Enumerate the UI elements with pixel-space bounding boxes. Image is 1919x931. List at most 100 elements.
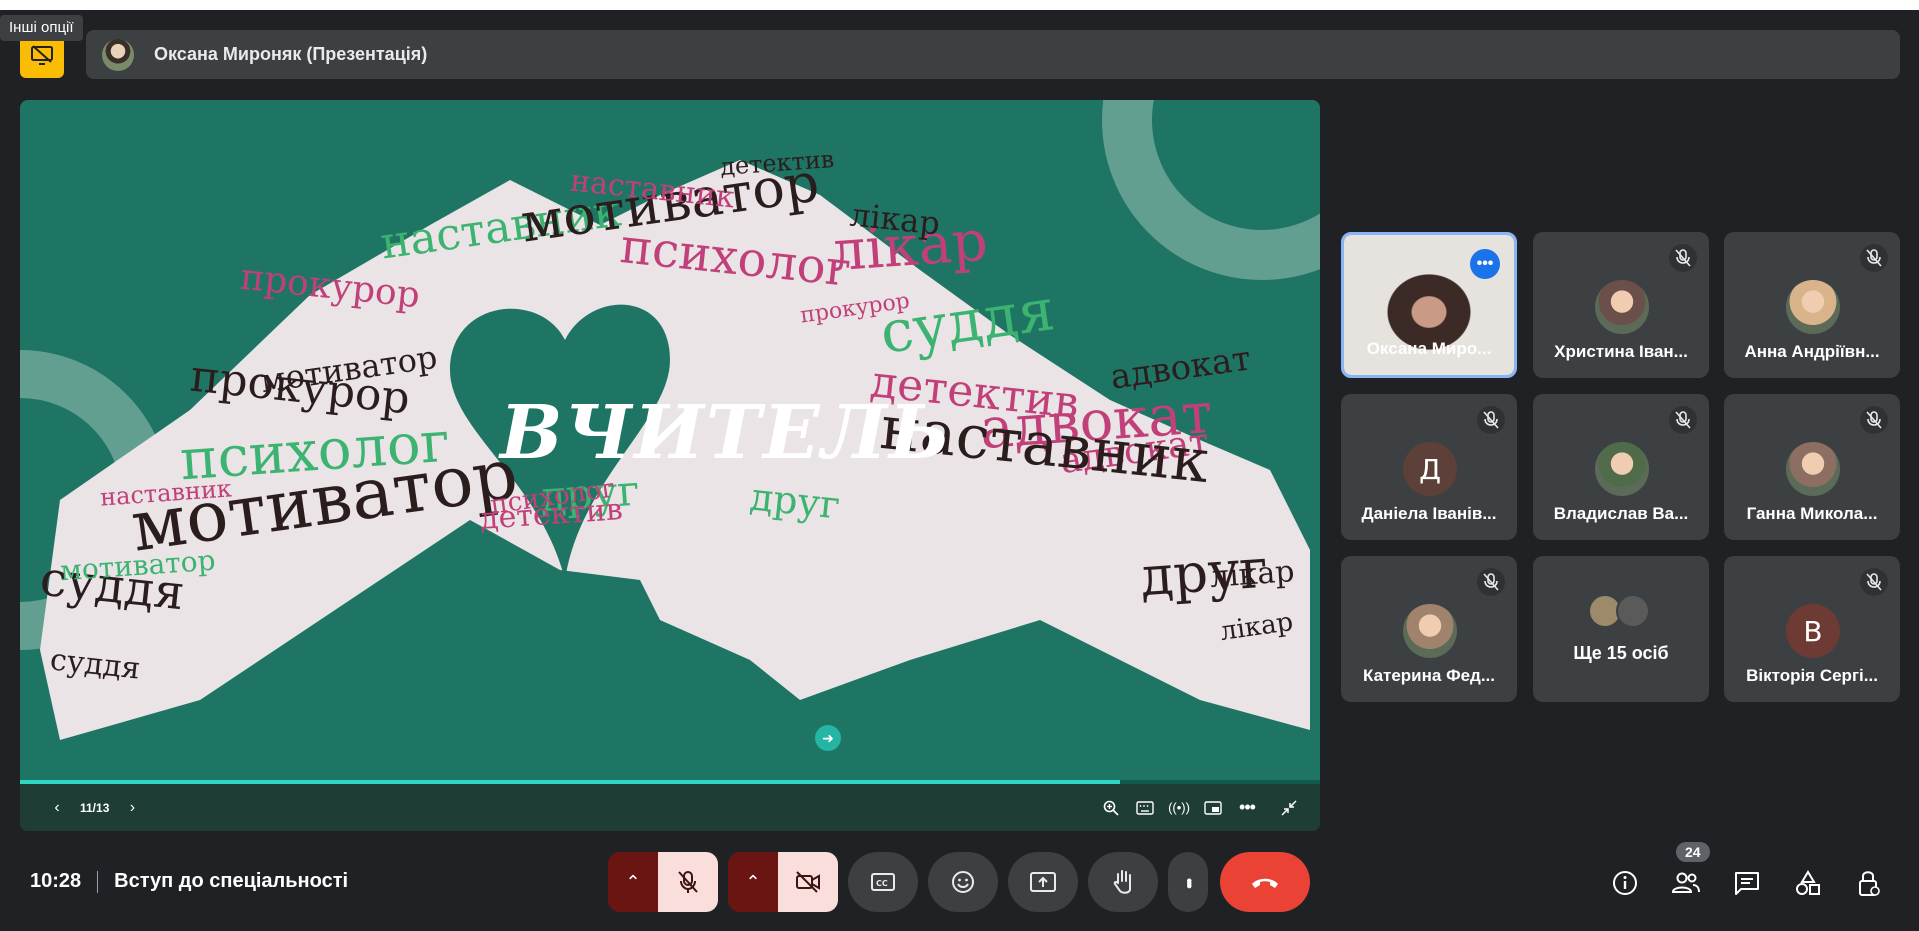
chevron-up-icon: ⌃: [625, 871, 641, 892]
next-slide-indicator[interactable]: ➜: [815, 725, 841, 751]
participant-tile[interactable]: ••• Оксана Миро...: [1341, 232, 1517, 378]
mic-toggle-button[interactable]: [658, 852, 718, 912]
emoji-icon: [952, 871, 974, 893]
audio-options-button[interactable]: ⌃: [608, 852, 658, 912]
chat-button[interactable]: [1723, 862, 1771, 904]
zoom-button[interactable]: [1094, 791, 1128, 825]
more-options-button[interactable]: •••: [1168, 852, 1208, 912]
slide-title: ВЧИТЕЛЬ: [500, 390, 953, 476]
broadcast-button[interactable]: ((•)): [1162, 791, 1196, 825]
pip-button[interactable]: [1196, 791, 1230, 825]
avatar: Д: [1403, 442, 1457, 496]
info-icon: [1613, 871, 1637, 895]
muted-mic-icon: [1860, 244, 1888, 272]
word-cloud-word: лікар: [848, 195, 942, 243]
raise-hand-icon: [1113, 870, 1131, 894]
captions-icon: CC: [871, 873, 895, 891]
participant-tile[interactable]: Ганна Микола...: [1724, 394, 1900, 540]
participant-tile[interactable]: В Вікторія Сергі...: [1724, 556, 1900, 702]
meeting-info: 10:28 Вступ до спеціальності: [30, 870, 348, 893]
participant-name: Анна Андріївн...: [1744, 342, 1880, 361]
presenter-bar: Оксана Мироняк (Презентація): [86, 30, 1900, 79]
host-controls-button[interactable]: [1845, 862, 1893, 904]
zoom-in-icon: [1103, 800, 1119, 816]
chevron-up-icon: ⌃: [745, 871, 761, 892]
participant-tile[interactable]: Ще 15 осіб: [1533, 556, 1709, 702]
keyboard-button[interactable]: [1128, 791, 1162, 825]
present-screen-icon: [1030, 872, 1056, 892]
presenter-avatar: [102, 38, 134, 71]
muted-mic-icon: [1669, 244, 1697, 272]
video-options-button[interactable]: ⌃: [728, 852, 778, 912]
exit-fullscreen-button[interactable]: [1272, 791, 1306, 825]
captions-button[interactable]: CC: [848, 852, 918, 912]
avatar: [1786, 280, 1840, 334]
people-button[interactable]: 24: [1662, 842, 1710, 904]
mic-off-icon: [678, 871, 698, 893]
next-slide-button[interactable]: ›: [115, 791, 149, 825]
participant-tile[interactable]: Христина Іван...: [1533, 232, 1709, 378]
broadcast-icon: ((•)): [1168, 800, 1190, 815]
stop-presenting-icon: [31, 45, 53, 65]
muted-mic-icon: [1477, 568, 1505, 596]
presenter-name: Оксана Мироняк (Презентація): [154, 44, 428, 64]
collapse-icon: [1281, 799, 1297, 816]
slide: мотиватор психолог лікар наставник прокурор а…: [20, 100, 1320, 780]
participant-tile[interactable]: Анна Андріївн...: [1724, 232, 1900, 378]
group-avatars: [1588, 594, 1650, 628]
end-call-button[interactable]: [1220, 852, 1310, 912]
people-count-badge: 24: [1676, 842, 1710, 862]
muted-mic-icon: [1669, 406, 1697, 434]
participant-tile[interactable]: Катерина Фед...: [1341, 556, 1517, 702]
call-controls: ⌃ ⌃ CC •••: [608, 852, 1310, 912]
slide-toolbar: ‹ 11/13 › ((•)) •••: [20, 784, 1320, 831]
avatar: [1616, 594, 1650, 628]
meeting-details-button[interactable]: [1601, 862, 1649, 904]
avatar: [1595, 442, 1649, 496]
participant-name: Владислав Ва...: [1553, 504, 1689, 523]
muted-mic-icon: [1860, 406, 1888, 434]
chevron-right-icon: ›: [129, 798, 136, 816]
avatar: [1403, 604, 1457, 658]
mic-control-group: ⌃: [608, 852, 718, 912]
present-now-button[interactable]: [1008, 852, 1078, 912]
emoji-button[interactable]: [928, 852, 998, 912]
participant-more-button[interactable]: •••: [1470, 249, 1500, 279]
avatar: В: [1786, 604, 1840, 658]
camera-control-group: ⌃: [728, 852, 838, 912]
muted-mic-icon: [1477, 406, 1505, 434]
word-cloud-word: детектив: [719, 145, 836, 181]
avatar: [1786, 442, 1840, 496]
word-cloud-word: лікар: [1208, 554, 1296, 595]
presentation-stage: мотиватор психолог лікар наставник прокурор а…: [20, 100, 1320, 831]
camera-toggle-button[interactable]: [778, 852, 838, 912]
word-cloud-word: друг: [747, 474, 843, 528]
camera-off-icon: [796, 871, 820, 893]
more-horiz-icon: •••: [1239, 797, 1256, 817]
participant-name: Оксана Миро...: [1366, 339, 1492, 358]
people-icon: [1671, 872, 1700, 893]
participant-name: Ганна Микола...: [1746, 504, 1878, 523]
meeting-title: Вступ до спеціальності: [114, 870, 349, 892]
slide-more-button[interactable]: •••: [1230, 791, 1264, 825]
participant-name: Вікторія Сергі...: [1746, 666, 1878, 685]
more-vert-icon: •••: [1180, 878, 1197, 886]
chevron-left-icon: ‹: [54, 798, 60, 816]
raise-hand-button[interactable]: [1088, 852, 1158, 912]
keyboard-icon: [1136, 800, 1154, 815]
picture-in-picture-icon: [1204, 800, 1222, 815]
participant-tile[interactable]: Д Даніела Іванів...: [1341, 394, 1517, 540]
svg-text:CC: CC: [876, 879, 888, 888]
prev-slide-button[interactable]: ‹: [40, 791, 74, 825]
clock: 10:28: [30, 870, 82, 892]
slide-page-count: 11/13: [80, 800, 110, 815]
divider: [97, 870, 99, 893]
participant-tile[interactable]: Владислав Ва...: [1533, 394, 1709, 540]
call-end-icon: [1252, 878, 1278, 888]
chat-icon: [1735, 872, 1759, 895]
participant-name: Ще 15 осіб: [1573, 643, 1669, 663]
browser-top-strip: [0, 0, 1919, 10]
side-panel-buttons: 24: [1588, 842, 1893, 904]
avatar: [1595, 280, 1649, 334]
activities-button[interactable]: [1784, 862, 1832, 904]
